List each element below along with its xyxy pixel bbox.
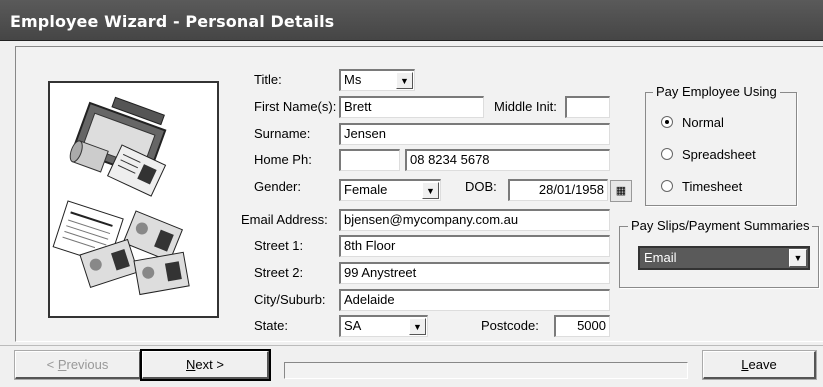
email-field[interactable]: bjensen@mycompany.com.au	[339, 209, 610, 231]
footer-divider	[0, 345, 823, 346]
home-ph-area-field[interactable]	[339, 149, 400, 171]
pay-slips-legend: Pay Slips/Payment Summaries	[628, 218, 813, 233]
first-name-field[interactable]: Brett	[339, 96, 484, 118]
radio-unselected-icon	[661, 148, 673, 160]
leave-accel: L	[741, 357, 749, 372]
gender-label: Gender:	[254, 179, 301, 194]
progress-bar	[284, 362, 688, 379]
illustration-frame	[48, 81, 219, 318]
middle-init-field[interactable]	[565, 96, 610, 118]
radio-spreadsheet[interactable]: Spreadsheet	[661, 147, 756, 162]
gender-select[interactable]: Female ▼	[339, 179, 441, 201]
gender-value: Female	[344, 182, 388, 197]
leave-label: eave	[748, 357, 777, 372]
leave-button[interactable]: Leave	[702, 350, 817, 380]
dob-label: DOB:	[465, 179, 497, 194]
title-select[interactable]: Ms ▼	[339, 69, 415, 91]
radio-timesheet-label: Timesheet	[682, 179, 743, 194]
title-label: Title:	[254, 72, 282, 87]
pay-slips-select[interactable]: Email ▼	[638, 246, 810, 270]
next-button[interactable]: Next >	[140, 349, 271, 381]
chevron-down-icon[interactable]: ▼	[789, 249, 807, 267]
dob-field[interactable]: 28/01/1958	[508, 179, 608, 201]
home-ph-label: Home Ph:	[254, 152, 312, 167]
home-ph-number-field[interactable]: 08 8234 5678	[405, 149, 610, 171]
city-label: City/Suburb:	[254, 292, 326, 307]
street1-field[interactable]: 8th Floor	[339, 235, 610, 257]
street2-field[interactable]: 99 Anystreet	[339, 262, 610, 284]
street2-label: Street 2:	[254, 265, 304, 280]
city-field[interactable]: Adelaide	[339, 289, 610, 311]
pay-slips-value: Email	[644, 250, 677, 265]
middle-init-label: Middle Init:	[494, 99, 557, 114]
radio-normal[interactable]: Normal	[661, 115, 724, 130]
surname-label: Surname:	[254, 126, 311, 141]
radio-spreadsheet-label: Spreadsheet	[682, 147, 756, 162]
next-accel: N	[186, 357, 196, 372]
previous-button[interactable]: < Previous	[14, 350, 142, 380]
title-value: Ms	[344, 72, 362, 87]
surname-field[interactable]: Jensen	[339, 123, 610, 145]
employee-documents-illustration	[52, 96, 190, 296]
window-title: Employee Wizard - Personal Details	[0, 0, 823, 41]
state-value: SA	[344, 318, 362, 333]
postcode-label: Postcode:	[481, 318, 539, 333]
state-select[interactable]: SA ▼	[339, 315, 428, 337]
state-label: State:	[254, 318, 288, 333]
postcode-field[interactable]: 5000	[554, 315, 610, 337]
pay-employee-using-legend: Pay Employee Using	[653, 84, 780, 99]
calendar-icon[interactable]: ▦	[610, 180, 632, 202]
radio-selected-icon	[661, 116, 673, 128]
next-label: ext >	[195, 357, 224, 372]
chevron-down-icon[interactable]: ▼	[409, 318, 426, 335]
chevron-down-icon[interactable]: ▼	[396, 72, 413, 89]
street1-label: Street 1:	[254, 238, 304, 253]
previous-label: revious	[66, 357, 109, 372]
chevron-down-icon[interactable]: ▼	[422, 182, 439, 199]
radio-unselected-icon	[661, 180, 673, 192]
radio-timesheet[interactable]: Timesheet	[661, 179, 742, 194]
radio-normal-label: Normal	[682, 115, 724, 130]
first-name-label: First Name(s):	[254, 99, 337, 114]
email-label: Email Address:	[241, 212, 328, 227]
